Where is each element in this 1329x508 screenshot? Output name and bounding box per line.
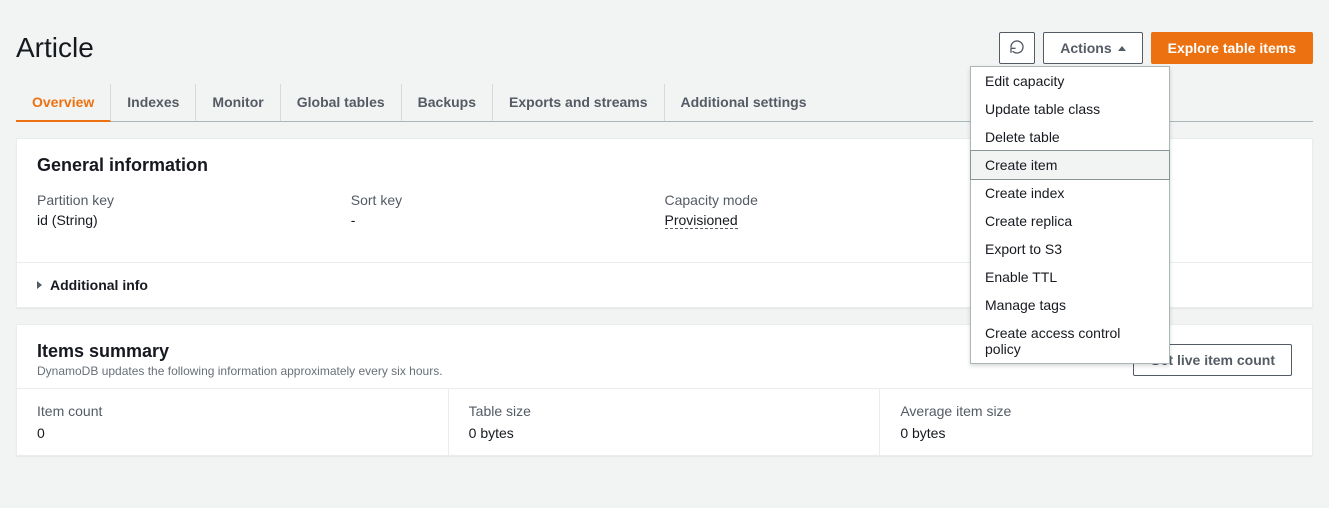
actions-menu-create-index[interactable]: Create index [971, 179, 1169, 207]
caret-right-icon [37, 281, 42, 289]
avg-item-size-value: 0 bytes [900, 425, 1292, 441]
title-row: Article Actions Explore table items Edit… [16, 32, 1313, 64]
avg-item-size-cell: Average item size 0 bytes [880, 389, 1312, 455]
table-size-cell: Table size 0 bytes [449, 389, 881, 455]
capacity-mode-value[interactable]: Provisioned [665, 212, 738, 229]
title-actions: Actions Explore table items Edit capacit… [999, 32, 1313, 64]
actions-button-label: Actions [1060, 40, 1111, 56]
tab-exports-and-streams[interactable]: Exports and streams [493, 84, 665, 121]
partition-key-cell: Partition key id (String) [37, 192, 351, 244]
page-title: Article [16, 32, 94, 64]
tab-global-tables[interactable]: Global tables [281, 84, 402, 121]
tab-indexes[interactable]: Indexes [111, 84, 196, 121]
capacity-mode-cell: Capacity mode Provisioned [665, 192, 979, 244]
actions-menu-edit-capacity[interactable]: Edit capacity [971, 67, 1169, 95]
actions-menu-create-replica[interactable]: Create replica [971, 207, 1169, 235]
table-size-label: Table size [469, 403, 860, 419]
additional-info-label: Additional info [50, 277, 148, 293]
tab-backups[interactable]: Backups [402, 84, 493, 121]
actions-menu-export-to-s3[interactable]: Export to S3 [971, 235, 1169, 263]
caret-up-icon [1118, 46, 1126, 51]
items-summary-subtitle: DynamoDB updates the following informati… [37, 364, 443, 378]
actions-menu-create-item[interactable]: Create item [970, 150, 1170, 180]
tab-monitor[interactable]: Monitor [196, 84, 280, 121]
partition-key-label: Partition key [37, 192, 351, 208]
sort-key-cell: Sort key - [351, 192, 665, 244]
tab-overview[interactable]: Overview [16, 84, 111, 122]
actions-menu-delete-table[interactable]: Delete table [971, 123, 1169, 151]
sort-key-value: - [351, 212, 665, 228]
actions-button[interactable]: Actions [1043, 32, 1142, 64]
refresh-button[interactable] [999, 32, 1035, 64]
item-count-value: 0 [37, 425, 428, 441]
general-info-title: General information [37, 155, 208, 176]
actions-menu-update-table-class[interactable]: Update table class [971, 95, 1169, 123]
actions-menu-manage-tags[interactable]: Manage tags [971, 291, 1169, 319]
item-count-label: Item count [37, 403, 428, 419]
sort-key-label: Sort key [351, 192, 665, 208]
refresh-icon [1009, 39, 1025, 58]
table-size-value: 0 bytes [469, 425, 860, 441]
item-count-cell: Item count 0 [17, 389, 449, 455]
avg-item-size-label: Average item size [900, 403, 1292, 419]
partition-key-value: id (String) [37, 212, 351, 228]
actions-menu-enable-ttl[interactable]: Enable TTL [971, 263, 1169, 291]
actions-menu-create-access-control-policy[interactable]: Create access control policy [971, 319, 1169, 363]
items-summary-title: Items summary [37, 341, 443, 362]
actions-dropdown: Edit capacityUpdate table classDelete ta… [970, 66, 1170, 364]
capacity-mode-label: Capacity mode [665, 192, 979, 208]
tab-additional-settings[interactable]: Additional settings [665, 84, 823, 121]
explore-items-button[interactable]: Explore table items [1151, 32, 1313, 64]
